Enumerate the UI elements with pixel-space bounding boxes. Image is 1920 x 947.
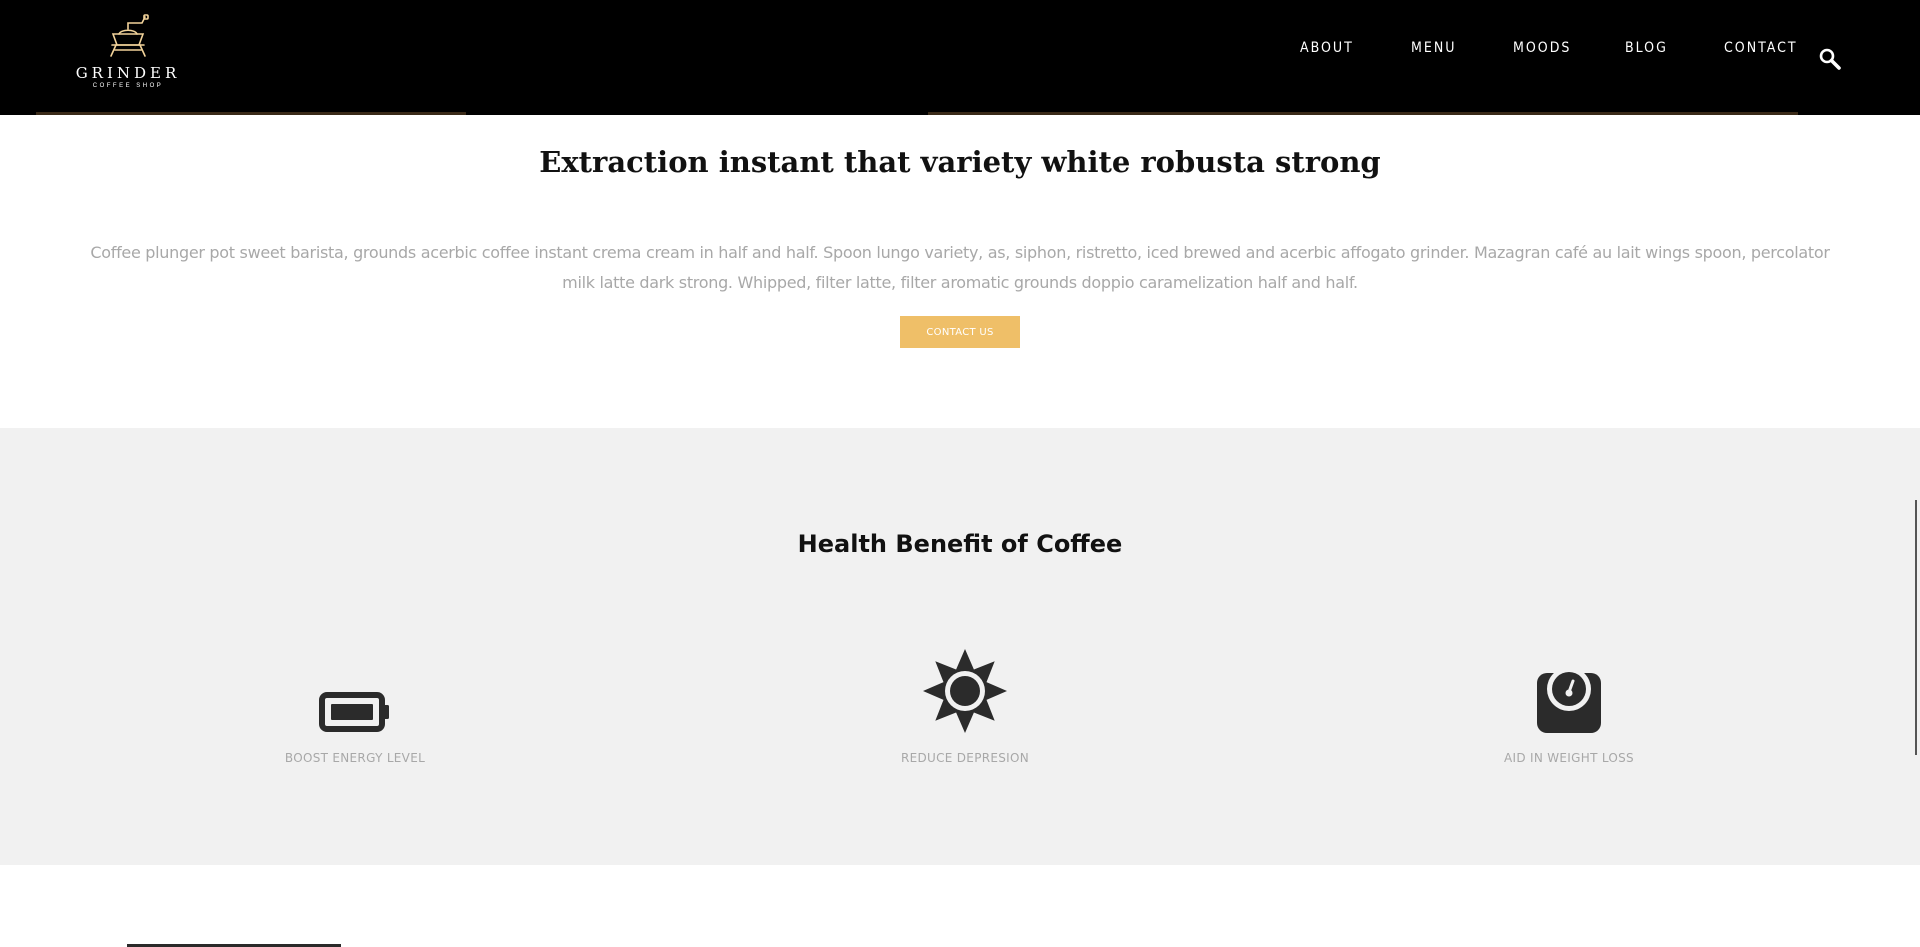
nav-about[interactable]: ABOUT — [1300, 40, 1354, 56]
search-button[interactable] — [1818, 47, 1842, 71]
nav-contact[interactable]: CONTACT — [1724, 40, 1798, 56]
header-image-strip — [0, 112, 1920, 115]
benefit-weight-label: AID IN WEIGHT LOSS — [1504, 751, 1634, 765]
nav-moods[interactable]: MOODS — [1513, 40, 1571, 56]
scale-icon — [1537, 667, 1601, 733]
benefit-weight: AID IN WEIGHT LOSS — [1449, 643, 1689, 773]
site-header: GRINDER COFFEE SHOP ABOUT MENU MOODS BLO… — [0, 0, 1920, 115]
search-icon — [1819, 48, 1841, 70]
benefit-energy: BOOST ENERGY LEVEL — [235, 643, 475, 773]
battery-icon — [319, 692, 389, 732]
benefit-depression-label: REDUCE DEPRESION — [900, 751, 1030, 765]
contact-us-button[interactable]: CONTACT US — [900, 316, 1020, 348]
benefit-depression: REDUCE DEPRESION — [845, 643, 1085, 773]
intro-text: Coffee plunger pot sweet barista, ground… — [90, 243, 1830, 292]
health-title: Health Benefit of Coffee — [797, 530, 1123, 558]
nav-menu[interactable]: MENU — [1411, 40, 1456, 56]
sun-icon — [923, 649, 1007, 733]
logo-name: GRINDER — [75, 64, 181, 82]
logo[interactable]: GRINDER COFFEE SHOP — [70, 12, 186, 96]
benefit-energy-label: BOOST ENERGY LEVEL — [284, 751, 426, 765]
scrollbar[interactable] — [1915, 500, 1917, 755]
coffee-grinder-icon — [110, 14, 149, 57]
nav-blog[interactable]: BLOG — [1625, 40, 1668, 56]
intro-title: Extraction instant that variety white ro… — [539, 145, 1381, 179]
health-benefits-section: Health Benefit of Coffee BOOST ENERGY LE… — [0, 428, 1920, 865]
logo-tagline: COFFEE SHOP — [92, 83, 164, 89]
